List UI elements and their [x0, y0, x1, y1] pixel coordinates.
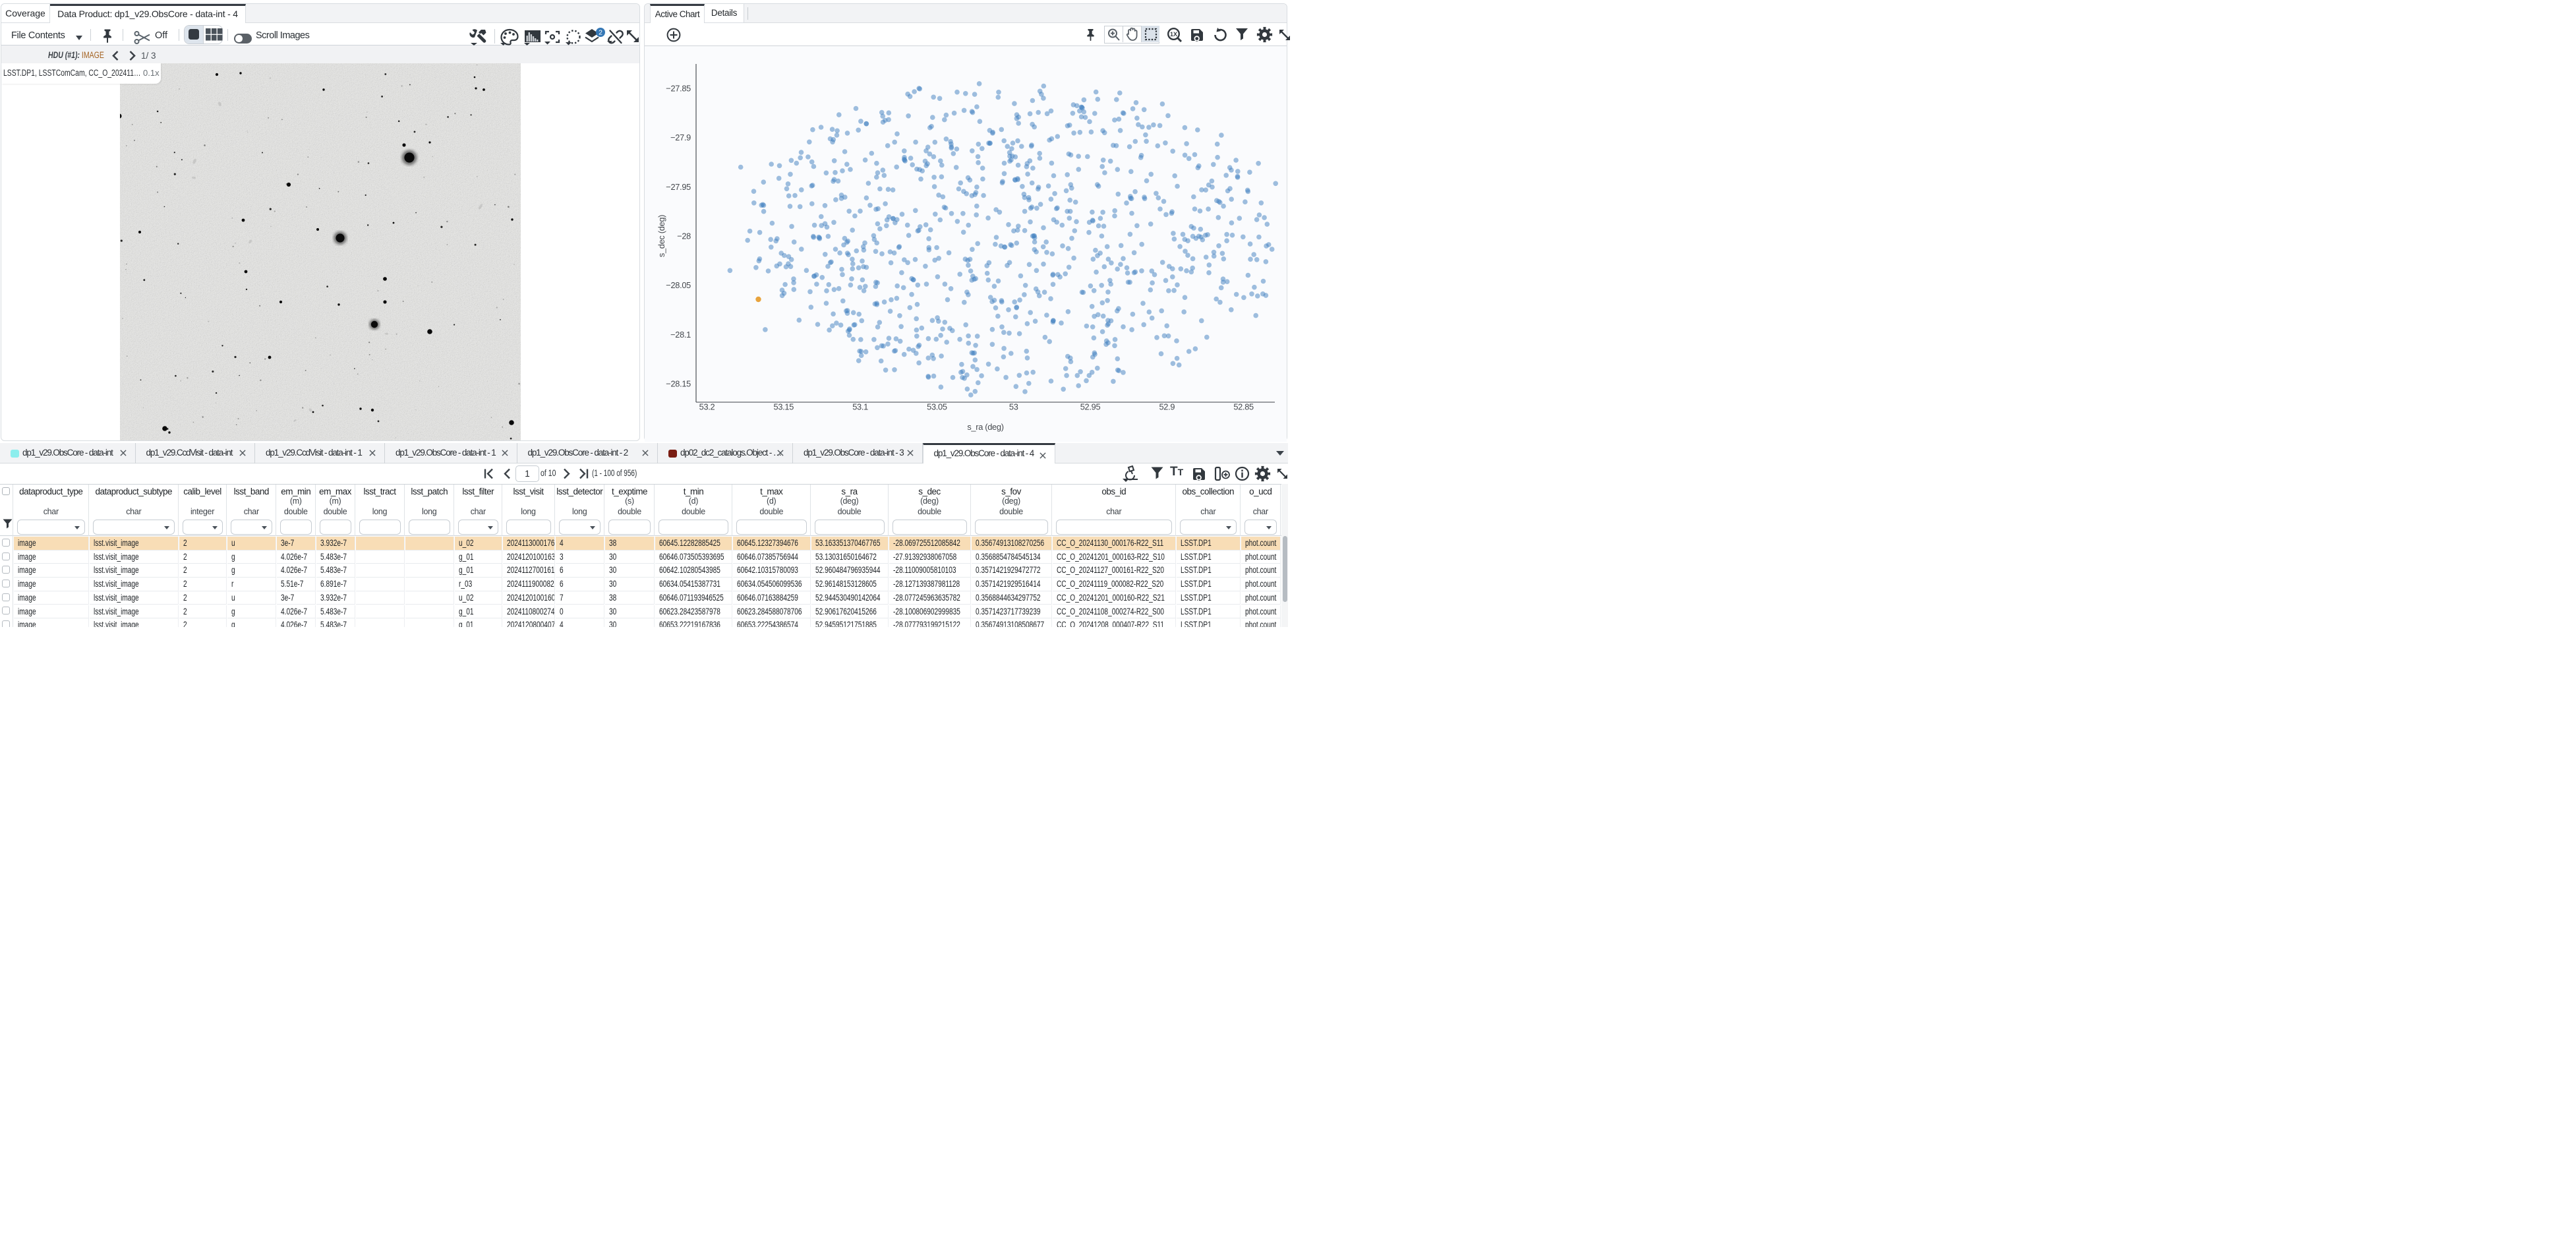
svg-text:s_dec (deg): s_dec (deg): [657, 215, 666, 257]
svg-text:−27.95: −27.95: [666, 182, 691, 192]
svg-text:s_ra (deg): s_ra (deg): [967, 422, 1003, 432]
svg-text:53: 53: [1009, 402, 1018, 412]
svg-text:1X: 1X: [1170, 31, 1177, 38]
svg-text:53.2: 53.2: [699, 402, 715, 412]
svg-text:52.9: 52.9: [1159, 402, 1175, 412]
svg-text:52.85: 52.85: [1233, 402, 1254, 412]
svg-text:−28: −28: [677, 231, 691, 241]
svg-text:−27.9: −27.9: [670, 133, 691, 142]
svg-text:53.1: 53.1: [852, 402, 868, 412]
svg-text:53.15: 53.15: [774, 402, 794, 412]
svg-text:53.05: 53.05: [927, 402, 947, 412]
svg-text:−28.1: −28.1: [670, 330, 691, 340]
svg-text:52.95: 52.95: [1080, 402, 1101, 412]
svg-text:−28.05: −28.05: [666, 280, 691, 290]
svg-text:−27.85: −27.85: [666, 84, 691, 94]
svg-text:−28.15: −28.15: [666, 379, 691, 389]
svg-text:2: 2: [599, 29, 602, 37]
